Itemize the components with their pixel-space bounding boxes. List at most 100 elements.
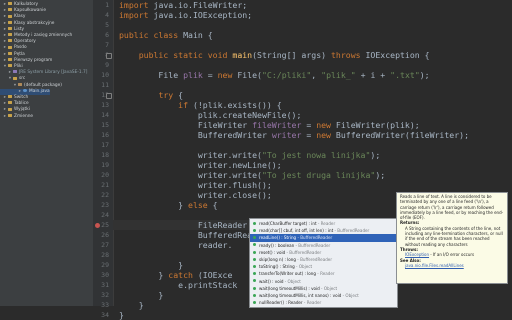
tree-item[interactable]: ▸ Main.java bbox=[0, 88, 50, 95]
code-line[interactable]: FileWriter fileWriter = new FileWriter(p… bbox=[113, 120, 420, 130]
doc-throws-text: - If an I/O error occurs bbox=[429, 252, 475, 258]
tree-item[interactable]: ▸ Pasdo bbox=[0, 45, 27, 51]
completion-item[interactable]: reset() : void - BufferedReader bbox=[250, 249, 397, 256]
tree-item[interactable]: ▾ (default package) bbox=[0, 83, 62, 89]
tree-item[interactable]: ▸ Klasy bbox=[0, 14, 26, 20]
completion-name: wait(long timeoutMillis) : void bbox=[259, 285, 320, 291]
code-line[interactable]: try { bbox=[113, 90, 183, 100]
completion-item[interactable]: wait(long timeoutMillis) : void - Object bbox=[250, 285, 397, 292]
completion-item[interactable]: transferTo(Writer out) : long - Reader bbox=[250, 270, 397, 277]
completion-owner: - Reader bbox=[316, 221, 336, 226]
tree-item[interactable]: ▸ Pętla bbox=[0, 52, 25, 58]
tree-item-label: Operatory bbox=[14, 39, 36, 45]
chevron-down-icon[interactable]: ▾ bbox=[3, 64, 7, 70]
code-line[interactable]: } bbox=[113, 310, 124, 320]
code-line[interactable]: e.printStack bbox=[113, 280, 237, 290]
code-line[interactable]: reader. bbox=[113, 240, 233, 250]
java-file-icon bbox=[23, 88, 27, 92]
tree-item-label: Main.java bbox=[29, 88, 50, 94]
chevron-right-icon[interactable]: ▸ bbox=[3, 101, 7, 107]
code-token: reader. bbox=[119, 240, 233, 250]
code-line[interactable]: writer.flush(); bbox=[113, 180, 272, 190]
code-token: Main { bbox=[183, 30, 213, 40]
tree-item[interactable]: ▸ Listy bbox=[0, 27, 24, 33]
chevron-right-icon[interactable]: ▸ bbox=[3, 45, 7, 51]
code-line[interactable]: public static void main(String[] args) t… bbox=[113, 50, 430, 60]
code-token: (IOExce bbox=[197, 270, 233, 280]
chevron-right-icon[interactable]: ▸ bbox=[3, 2, 7, 8]
fold-icon[interactable] bbox=[106, 92, 112, 99]
code-line[interactable]: import java.io.IOException; bbox=[113, 10, 252, 20]
completion-owner: - Reader bbox=[315, 271, 335, 277]
code-line[interactable]: writer.close(); bbox=[113, 190, 272, 200]
chevron-right-icon[interactable]: ▸ bbox=[3, 14, 7, 20]
code-line[interactable]: } bbox=[113, 300, 144, 310]
chevron-right-icon[interactable]: ▸ bbox=[3, 33, 7, 39]
code-token: BufferedWriter bbox=[119, 130, 272, 140]
completion-item[interactable]: wait() : void - Object bbox=[250, 278, 397, 285]
line-number: 19 bbox=[101, 161, 109, 169]
tree-item-label: Zmienne bbox=[14, 113, 34, 119]
line-number: 29 bbox=[101, 261, 109, 269]
chevron-down-icon[interactable]: ▾ bbox=[8, 76, 12, 82]
code-line[interactable]: if (!plik.exists()) { bbox=[113, 100, 282, 110]
chevron-right-icon[interactable]: ▸ bbox=[3, 107, 7, 113]
code-line[interactable]: writer.write("To jest nowa linijka"); bbox=[113, 150, 380, 160]
code-line[interactable]: } bbox=[113, 260, 183, 270]
code-line[interactable]: public class Main { bbox=[113, 30, 213, 40]
tree-item[interactable]: ▸ JRE System Library [JavaSE-1.7] bbox=[0, 70, 87, 76]
completion-item[interactable]: read(char[] cbuf, int off, int len) : in… bbox=[250, 227, 397, 234]
completion-item[interactable]: nullReader() : Reader - Reader bbox=[250, 299, 397, 306]
code-line[interactable]: writer.newLine(); bbox=[113, 160, 282, 170]
chevron-right-icon[interactable]: ▸ bbox=[3, 21, 7, 27]
tree-item-label: JRE System Library [JavaSE-1.7] bbox=[19, 70, 88, 76]
doc-throws-link[interactable]: IOException bbox=[405, 252, 429, 257]
completion-item[interactable]: ready() : boolean - BufferedReader bbox=[250, 242, 397, 249]
chevron-right-icon[interactable]: ▸ bbox=[3, 114, 7, 120]
doc-see-link[interactable]: java.nio.file.Files.readAllLines bbox=[405, 263, 464, 268]
code-line[interactable]: File plik = new File("C:/pliki", "plik_"… bbox=[113, 70, 429, 80]
folder-icon bbox=[8, 2, 12, 6]
tree-item[interactable]: ▸ Metody i zasięg zmiennych bbox=[0, 33, 72, 39]
code-token: ); bbox=[375, 170, 386, 180]
code-line[interactable]: BufferedWriter writer = new BufferedWrit… bbox=[113, 130, 469, 140]
tree-item-label: Metody i zasięg zmiennych bbox=[14, 33, 73, 38]
tree-item[interactable]: ▾ src bbox=[0, 76, 25, 82]
chevron-right-icon[interactable]: ▸ bbox=[18, 89, 22, 95]
chevron-right-icon[interactable]: ▸ bbox=[3, 8, 7, 14]
tree-item[interactable]: ▸ Klasy abstrakcyjne bbox=[0, 21, 55, 27]
code-token: writer.close(); bbox=[119, 190, 272, 200]
error-marker-icon[interactable] bbox=[95, 222, 100, 228]
completion-item[interactable]: wait(long timeoutMillis, int nanos) : vo… bbox=[250, 292, 397, 299]
code-token: writer.write( bbox=[119, 170, 262, 180]
chevron-down-icon[interactable]: ▾ bbox=[13, 83, 17, 89]
chevron-right-icon[interactable]: ▸ bbox=[3, 27, 7, 33]
tree-item-label: Klasy bbox=[14, 14, 26, 20]
code-line[interactable]: import java.io.FileWriter; bbox=[113, 0, 247, 10]
code-line[interactable]: writer.write("To jest druga linijka"); bbox=[113, 170, 385, 180]
code-line[interactable]: } else { bbox=[113, 200, 217, 210]
tree-item-label: (default package) bbox=[24, 82, 62, 88]
tree-item[interactable]: ▸ Zmienne bbox=[0, 114, 33, 120]
tree-item-label: Pliki bbox=[14, 64, 23, 69]
tree-item[interactable]: ▸ Pierwszy program bbox=[0, 58, 52, 64]
tree-item[interactable]: ▸ Wyjątki bbox=[0, 107, 30, 113]
completion-item[interactable]: toString() : String - Object bbox=[250, 263, 397, 270]
code-line[interactable]: plik.createNewFile(); bbox=[113, 110, 302, 120]
code-line[interactable]: } catch (IOExce bbox=[113, 270, 232, 280]
chevron-right-icon[interactable]: ▸ bbox=[3, 52, 7, 58]
fold-icon[interactable] bbox=[106, 52, 112, 59]
completion-item[interactable]: read(CharBuffer target) : int - Reader bbox=[250, 220, 397, 227]
chevron-right-icon[interactable]: ▸ bbox=[8, 70, 12, 76]
code-line[interactable]: } bbox=[113, 290, 163, 300]
completion-item[interactable]: readLine() : String - BufferedReader bbox=[250, 234, 397, 242]
content-assist-popup[interactable]: read(CharBuffer target) : int - Reader re… bbox=[249, 218, 398, 308]
chevron-right-icon[interactable]: ▸ bbox=[3, 58, 7, 64]
chevron-right-icon[interactable]: ▸ bbox=[3, 39, 7, 45]
code-token: fileWriter bbox=[252, 120, 302, 130]
code-token: } bbox=[119, 310, 124, 320]
chevron-right-icon[interactable]: ▸ bbox=[3, 95, 7, 101]
code-token: "To jest nowa linijka" bbox=[261, 150, 371, 160]
code-token: writer bbox=[271, 130, 302, 140]
completion-item[interactable]: skip(long n) : long - BufferedReader bbox=[250, 256, 397, 263]
